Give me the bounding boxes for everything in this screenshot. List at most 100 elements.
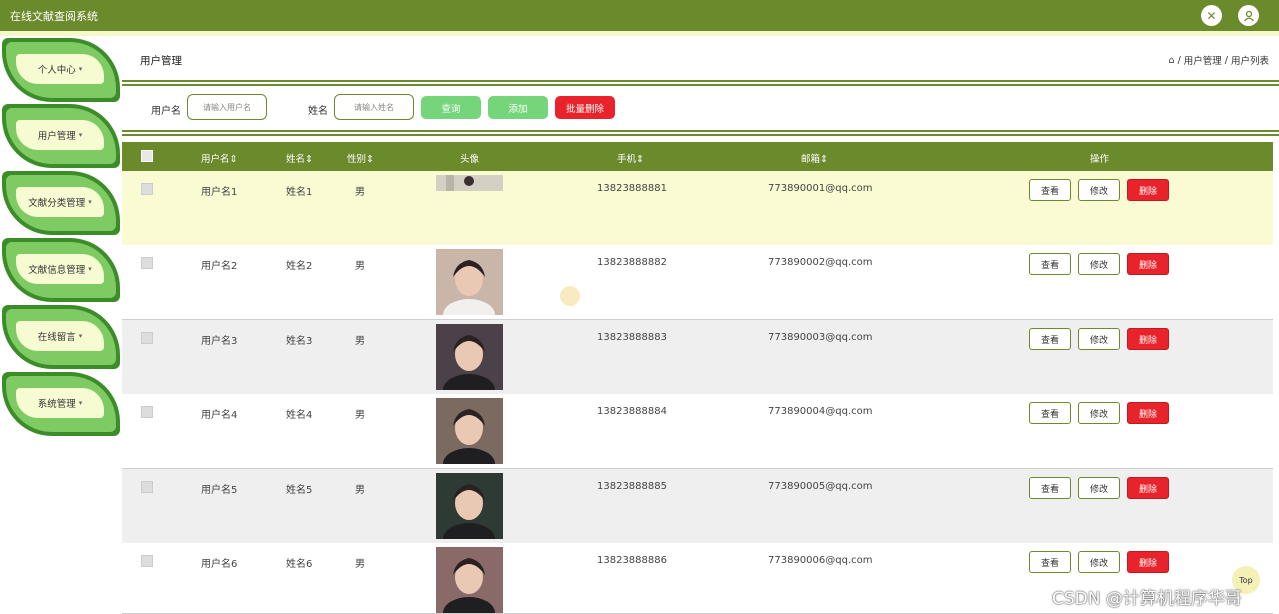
sidebar-item-label: 文献信息管理 — [28, 265, 86, 276]
sidebar: 个人中心 ▾ 用户管理 ▾ 文献分类管理 ▾ 文献信息管理 ▾ 在线留言 ▾ 系统管理 ▾ — [0, 36, 122, 614]
view-button[interactable]: 查看 — [1029, 402, 1071, 424]
cell-username: 用户名5 — [201, 485, 238, 496]
col-phone[interactable]: 手机⇕ — [617, 151, 644, 165]
delete-button[interactable]: 删除 — [1127, 551, 1169, 573]
cell-phone: 13823888885 — [597, 481, 667, 492]
edit-button[interactable]: 修改 — [1078, 179, 1120, 201]
cell-gender: 男 — [355, 187, 365, 198]
avatar-image — [436, 398, 503, 464]
view-button[interactable]: 查看 — [1029, 179, 1071, 201]
view-button[interactable]: 查看 — [1029, 328, 1071, 350]
cell-gender: 男 — [355, 261, 365, 272]
main-content: 用户管理 ⌂ / 用户管理 / 用户列表 用户名 请输入用户名 姓名 请输入姓名… — [122, 36, 1279, 614]
row-checkbox[interactable] — [141, 555, 153, 567]
cell-email: 773890001@qq.com — [768, 183, 873, 194]
user-avatar-icon[interactable] — [1238, 5, 1259, 26]
delete-button[interactable]: 删除 — [1127, 328, 1169, 350]
cell-name: 姓名1 — [286, 187, 313, 198]
cell-email: 773890004@qq.com — [768, 406, 873, 417]
delete-button[interactable]: 删除 — [1127, 402, 1169, 424]
cell-phone: 13823888882 — [597, 257, 667, 268]
username-input[interactable]: 请输入用户名 — [187, 94, 267, 120]
col-avatar: 头像 — [460, 154, 480, 165]
divider — [122, 134, 1279, 136]
add-button[interactable]: 添加 — [488, 96, 548, 119]
row-actions: 查看 修改 删除 — [1029, 253, 1169, 275]
fullscreen-icon[interactable]: ✕ — [1201, 5, 1222, 26]
delete-button[interactable]: 删除 — [1127, 179, 1169, 201]
chevron-down-icon: ▾ — [88, 265, 92, 273]
table-header: 用户名⇕ 姓名⇕ 性别⇕ 头像 手机⇕ 邮箱⇕ 操作 — [122, 142, 1273, 171]
avatar-image — [436, 473, 503, 539]
row-checkbox[interactable] — [141, 481, 153, 493]
sidebar-item-user-management[interactable]: 用户管理 ▾ — [2, 104, 120, 168]
cell-email: 773890002@qq.com — [768, 257, 873, 268]
view-button[interactable]: 查看 — [1029, 253, 1071, 275]
cell-email: 773890003@qq.com — [768, 332, 873, 343]
table-row: 用户名4 姓名4 男 13823888884 773890004@qq.com … — [122, 394, 1273, 469]
row-actions: 查看 修改 删除 — [1029, 477, 1169, 499]
view-button[interactable]: 查看 — [1029, 551, 1071, 573]
edit-button[interactable]: 修改 — [1078, 402, 1120, 424]
chevron-down-icon: ▾ — [78, 332, 83, 340]
sidebar-item-document-management[interactable]: 文献信息管理 ▾ — [2, 238, 120, 302]
avatar-image — [436, 324, 503, 390]
divider — [122, 80, 1279, 82]
col-username[interactable]: 用户名⇕ — [201, 151, 237, 165]
cell-phone: 13823888883 — [597, 332, 667, 343]
row-checkbox[interactable] — [141, 257, 153, 269]
breadcrumb-level1[interactable]: 用户管理 — [1184, 53, 1222, 67]
row-checkbox[interactable] — [141, 406, 153, 418]
cell-name: 姓名5 — [286, 485, 313, 496]
col-name[interactable]: 姓名⇕ — [286, 151, 313, 165]
cursor-highlight — [560, 286, 580, 306]
edit-button[interactable]: 修改 — [1078, 328, 1120, 350]
delete-button[interactable]: 删除 — [1127, 477, 1169, 499]
cell-phone: 13823888886 — [597, 555, 667, 566]
home-icon[interactable]: ⌂ — [1169, 55, 1175, 66]
cell-gender: 男 — [355, 410, 365, 421]
sidebar-item-label: 在线留言 — [37, 332, 76, 343]
row-actions: 查看 修改 删除 — [1029, 179, 1169, 201]
divider — [122, 84, 1279, 86]
breadcrumb-level2: 用户列表 — [1230, 56, 1269, 67]
table-row: 用户名2 姓名2 男 13823888882 773890002@qq.com … — [122, 245, 1273, 320]
col-gender[interactable]: 性别⇕ — [347, 151, 374, 165]
cell-username: 用户名6 — [201, 559, 238, 570]
app-title: 在线文献查阅系统 — [10, 9, 98, 23]
cell-gender: 男 — [355, 559, 365, 570]
view-button[interactable]: 查看 — [1029, 477, 1071, 499]
sidebar-item-category-management[interactable]: 文献分类管理 ▾ — [2, 171, 120, 235]
cell-name: 姓名2 — [286, 261, 313, 272]
delete-button[interactable]: 删除 — [1127, 253, 1169, 275]
row-checkbox[interactable] — [141, 183, 153, 195]
row-checkbox[interactable] — [141, 332, 153, 344]
avatar-image — [436, 175, 503, 191]
sidebar-item-personal-center[interactable]: 个人中心 ▾ — [2, 38, 120, 102]
batch-delete-button[interactable]: 批量删除 — [555, 96, 615, 119]
sidebar-item-label: 系统管理 — [37, 399, 76, 410]
avatar-image — [436, 547, 503, 613]
edit-button[interactable]: 修改 — [1078, 551, 1120, 573]
sidebar-item-label: 用户管理 — [37, 131, 76, 142]
cell-username: 用户名2 — [201, 261, 238, 272]
cell-name: 姓名3 — [286, 336, 313, 347]
row-actions: 查看 修改 删除 — [1029, 328, 1169, 350]
col-email[interactable]: 邮箱⇕ — [801, 151, 828, 165]
edit-button[interactable]: 修改 — [1078, 477, 1120, 499]
sidebar-item-messages[interactable]: 在线留言 ▾ — [2, 305, 120, 369]
query-button[interactable]: 查询 — [421, 96, 481, 119]
cell-username: 用户名4 — [201, 410, 238, 421]
page-header: 用户管理 ⌂ / 用户管理 / 用户列表 — [122, 36, 1279, 82]
select-all-checkbox[interactable] — [141, 150, 153, 162]
watermark: CSDN @计算机程序华哥 — [1052, 589, 1242, 609]
sidebar-item-system-management[interactable]: 系统管理 ▾ — [2, 372, 120, 436]
chevron-down-icon: ▾ — [78, 131, 83, 139]
sidebar-item-label: 个人中心 — [37, 65, 76, 76]
cell-email: 773890005@qq.com — [768, 481, 873, 492]
row-actions: 查看 修改 删除 — [1029, 551, 1169, 573]
chevron-down-icon: ▾ — [88, 198, 92, 206]
chevron-down-icon: ▾ — [78, 399, 83, 407]
name-input[interactable]: 请输入姓名 — [334, 94, 414, 120]
edit-button[interactable]: 修改 — [1078, 253, 1120, 275]
